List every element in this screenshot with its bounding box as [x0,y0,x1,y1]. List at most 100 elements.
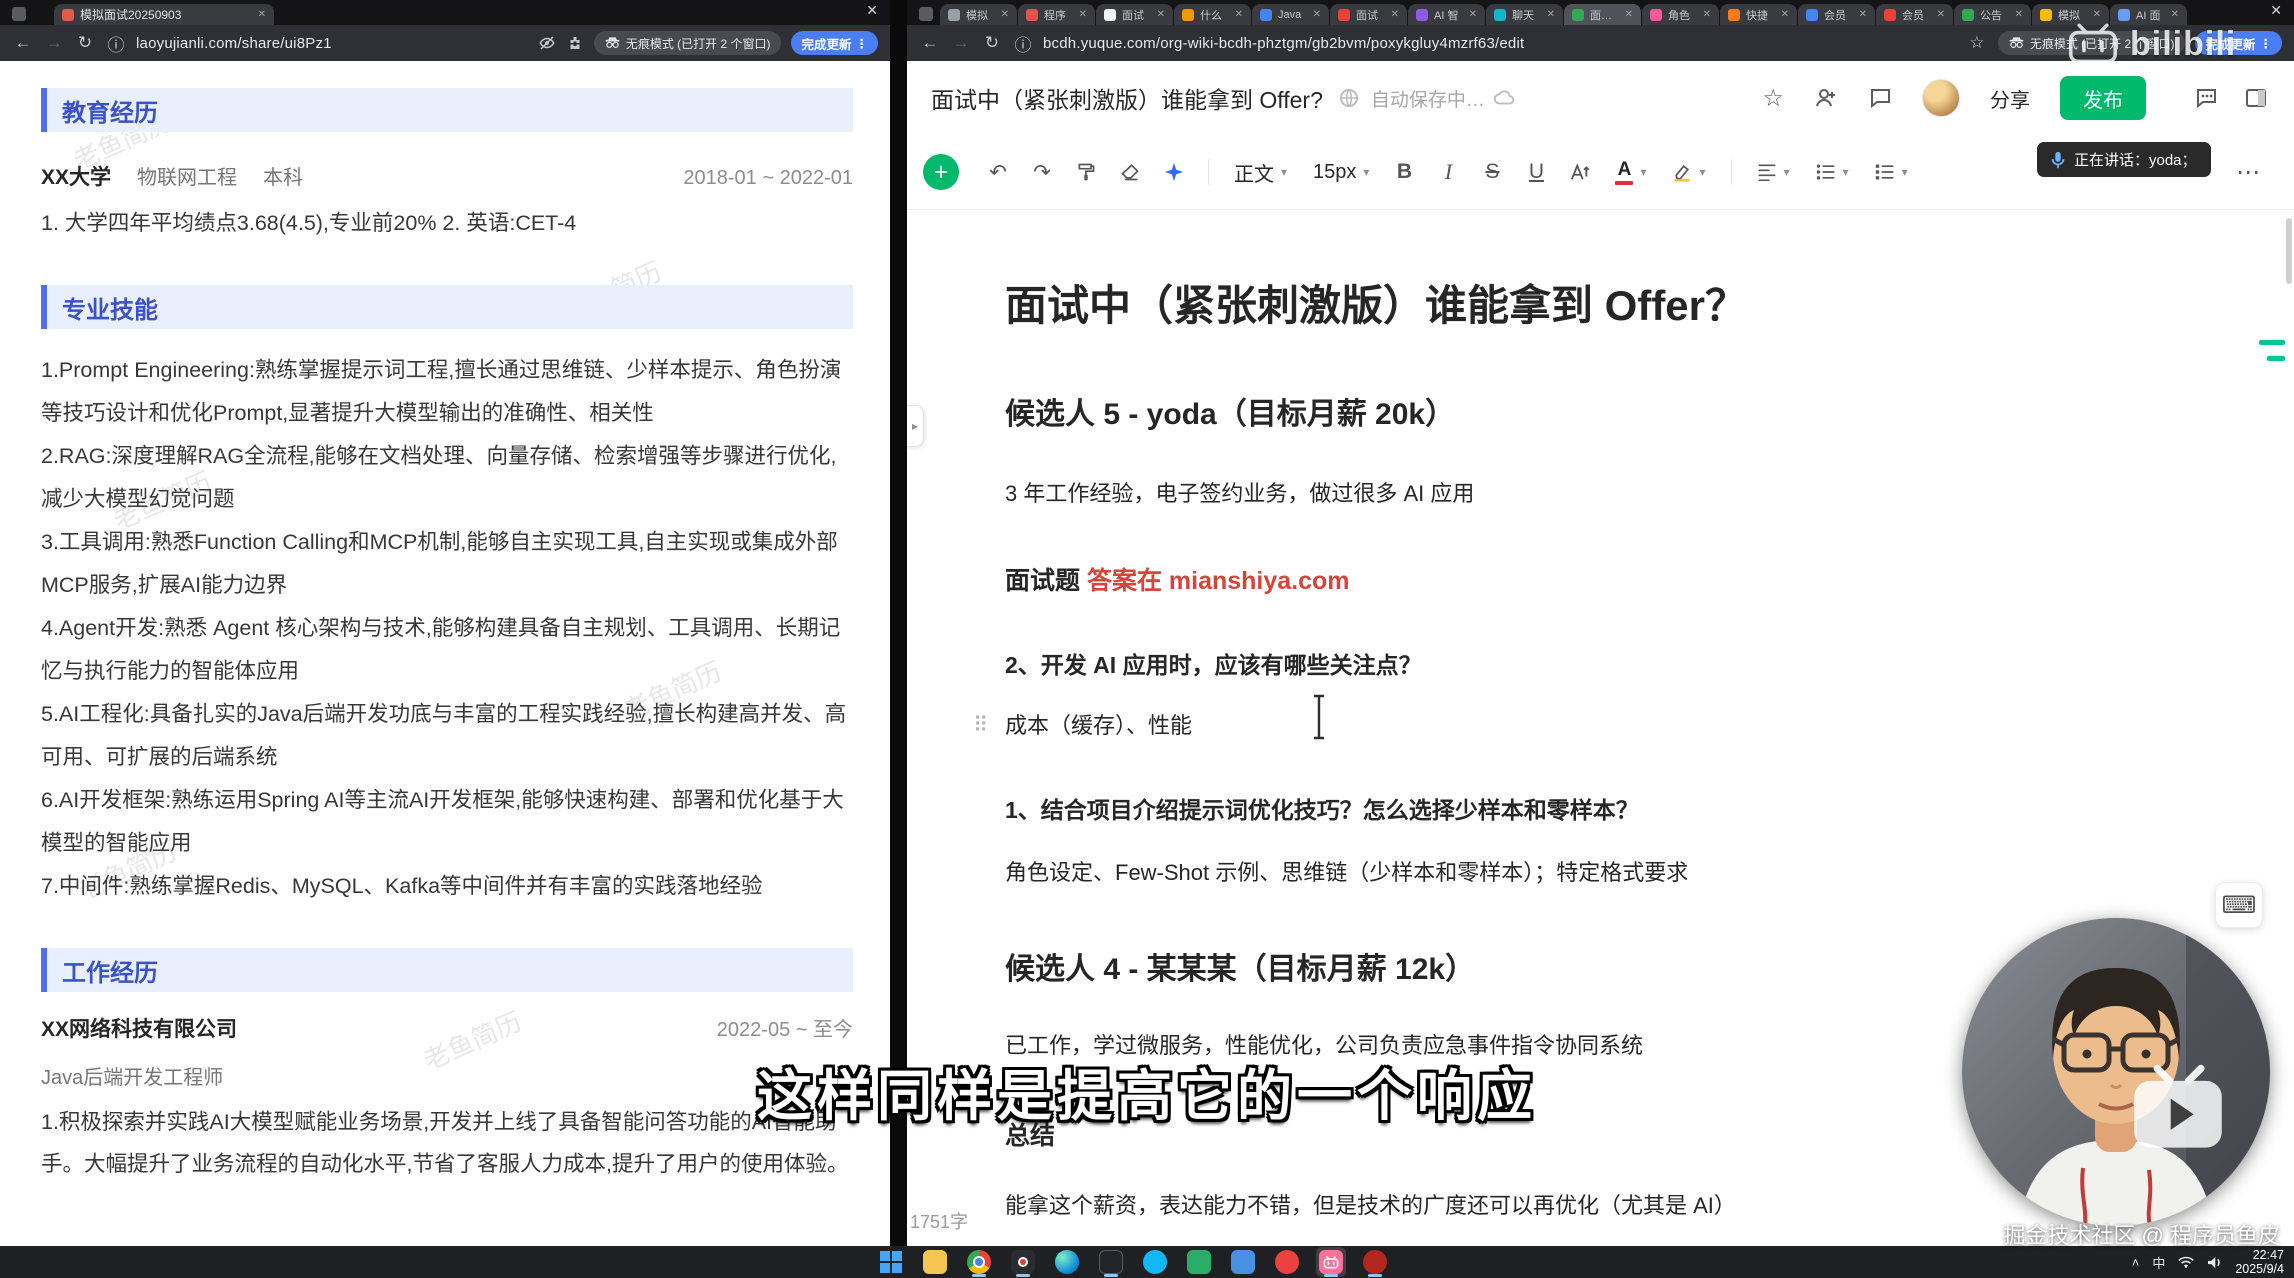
site-info-icon[interactable]: ⓘ [105,31,127,56]
window-close-icon[interactable]: ✕ [866,3,878,17]
tab-close-icon[interactable]: ✕ [1313,9,1321,20]
browser-tab[interactable]: Java ✕ [1252,4,1329,25]
taskbar-icon-wechat[interactable] [1184,1247,1214,1277]
taskbar-icon-music[interactable] [1272,1247,1302,1277]
reload-icon[interactable]: ↻ [74,33,96,53]
browser-tab[interactable]: 角色 ✕ [1642,4,1719,25]
redo-icon[interactable]: ↷ [1023,153,1061,191]
browser-tab[interactable]: 面试 ✕ [1096,4,1173,25]
browser-tab[interactable]: 会员 ✕ [1876,4,1953,25]
undo-icon[interactable]: ↶ [979,153,1017,191]
tab-close-icon[interactable]: ✕ [1859,9,1867,20]
doc-answer-2[interactable]: 成本（缓存）、性能 [1005,710,2005,741]
answers-link[interactable]: 答案在 mianshiya.com [1087,567,1350,595]
eye-slash-icon[interactable] [538,34,556,52]
font-size-dropdown[interactable]: 15px ▾ [1303,153,1379,191]
update-menu-icon[interactable]: ⋮ [2260,36,2273,51]
browser-tab[interactable]: 面试 ✕ [1330,4,1407,25]
drag-handle-icon[interactable]: ⠿ [973,713,988,738]
wifi-icon[interactable] [2178,1256,2194,1268]
tab-close-icon[interactable]: ✕ [1001,9,1009,20]
browser-tab[interactable]: 什么 ✕ [1174,4,1251,25]
extensions-puzzle-icon[interactable] [566,34,584,52]
back-icon[interactable]: ← [919,33,941,53]
tab-close-icon[interactable]: ✕ [1547,9,1555,20]
reload-icon[interactable]: ↻ [981,33,1003,53]
taskbar-clock[interactable]: 22:47 2025/9/4 [2235,1248,2284,1276]
doc-visibility-icon[interactable] [1339,88,1359,108]
keyboard-toggle-button[interactable]: ⌨ [2215,882,2263,928]
start-button[interactable] [876,1247,906,1277]
tab-close-icon[interactable]: ✕ [2015,9,2023,20]
volume-icon[interactable] [2207,1256,2222,1269]
font-color-dropdown[interactable]: A ▾ [1605,153,1656,191]
taskbar-icon-qq[interactable] [1140,1247,1170,1277]
browser-tab[interactable]: 模拟面试20250903 ✕ [54,4,274,25]
strikethrough-button[interactable]: S [1473,153,1511,191]
share-button[interactable]: 分享 [1990,84,2030,113]
taskbar-icon-chrome[interactable] [964,1247,994,1277]
browser-tab[interactable]: 会员 ✕ [1798,4,1875,25]
doc-question-2[interactable]: 2、开发 AI 应用时，应该有哪些关注点？ [1005,650,2005,681]
browser-tab[interactable]: 程序 ✕ [1018,4,1095,25]
comment-icon[interactable] [1868,86,1892,110]
doc-summary-text[interactable]: 能拿这个薪资，表达能力不错，但是技术的广度还可以再优化（尤其是 AI） [1005,1190,2005,1221]
paragraph-style-dropdown[interactable]: 正文 ▾ [1224,153,1297,191]
doc-question-1[interactable]: 1、结合项目介绍提示词优化技巧？怎么选择少样本和零样本？ [1005,795,2005,826]
taskbar-icon-bilibili[interactable] [1316,1247,1346,1277]
user-avatar[interactable] [1922,79,1960,117]
eraser-icon[interactable] [1111,153,1149,191]
text-size-icon[interactable] [1561,153,1599,191]
url-text[interactable]: laoyujianli.com/share/ui8Pz1 [136,35,332,52]
taskbar-icon-player[interactable] [1360,1247,1390,1277]
tab-close-icon[interactable]: ✕ [1235,9,1243,20]
scrollbar-thumb[interactable] [2286,218,2292,284]
tab-close-icon[interactable]: ✕ [1079,9,1087,20]
add-collaborator-icon[interactable] [1814,86,1838,110]
bold-button[interactable]: B [1385,153,1423,191]
doc-answer-1[interactable]: 角色设定、Few-Shot 示例、思维链（少样本和零样本）；特定格式要求 [1005,857,2005,888]
tab-close-icon[interactable]: ✕ [258,9,266,20]
forward-icon[interactable]: → [43,33,65,53]
update-menu-icon[interactable]: ⋮ [856,36,869,51]
sidebar-expand-handle[interactable]: ▸ [907,405,924,447]
align-dropdown[interactable]: ▾ [1747,153,1800,191]
highlight-color-dropdown[interactable]: ▾ [1662,153,1715,191]
ai-assistant-icon[interactable] [1155,153,1193,191]
doc-paragraph[interactable]: 3 年工作经验，电子签约业务，做过很多 AI 应用 [1005,478,2005,509]
insert-plus-button[interactable]: + [923,154,959,190]
tab-close-icon[interactable]: ✕ [1157,9,1165,20]
tab-close-icon[interactable]: ✕ [1469,9,1477,20]
update-button[interactable]: 完成更新 ⋮ [791,31,878,55]
taskbar-icon-cloud-drive[interactable] [1228,1247,1258,1277]
taskbar-icon-edge[interactable] [1052,1247,1082,1277]
forward-icon[interactable]: → [950,33,972,53]
bookmark-star-icon[interactable]: ☆ [1966,33,1988,53]
back-icon[interactable]: ← [12,33,34,53]
tab-close-icon[interactable]: ✕ [1391,9,1399,20]
format-painter-icon[interactable] [1067,153,1105,191]
doc-h2-candidate4[interactable]: 候选人 4 - 某某某（目标月薪 12k） [1005,950,2005,990]
tab-close-icon[interactable]: ✕ [1937,9,1945,20]
tab-close-icon[interactable]: ✕ [1625,9,1633,20]
tab-close-icon[interactable]: ✕ [2171,9,2179,20]
tab-close-icon[interactable]: ✕ [1703,9,1711,20]
taskbar-icon-editor[interactable] [1096,1247,1126,1277]
taskbar-icon-recorder[interactable] [1008,1247,1038,1277]
italic-button[interactable]: I [1429,153,1467,191]
browser-tab[interactable]: 快捷 ✕ [1720,4,1797,25]
ordered-list-dropdown[interactable]: ▾ [1865,153,1918,191]
doc-h1[interactable]: 面试中（紧张刺激版）谁能拿到 Offer？ [1005,278,2005,334]
tray-expand-icon[interactable]: ˄ [2132,1255,2140,1270]
site-info-icon[interactable]: ⓘ [1012,31,1034,56]
toolbar-more-icon[interactable]: ⋯ [2236,158,2260,187]
underline-button[interactable]: U [1517,153,1555,191]
window-close-icon[interactable]: ✕ [2270,3,2282,17]
tab-close-icon[interactable]: ✕ [1781,9,1789,20]
tab-close-icon[interactable]: ✕ [2093,9,2101,20]
ai-chat-icon[interactable] [2194,86,2218,110]
sidebar-layout-icon[interactable] [2244,86,2268,110]
url-text[interactable]: bcdh.yuque.com/org-wiki-bcdh-phztgm/gb2b… [1043,35,1524,52]
publish-button[interactable]: 发布 [2060,76,2146,120]
ime-indicator[interactable]: 中 [2152,1253,2165,1272]
